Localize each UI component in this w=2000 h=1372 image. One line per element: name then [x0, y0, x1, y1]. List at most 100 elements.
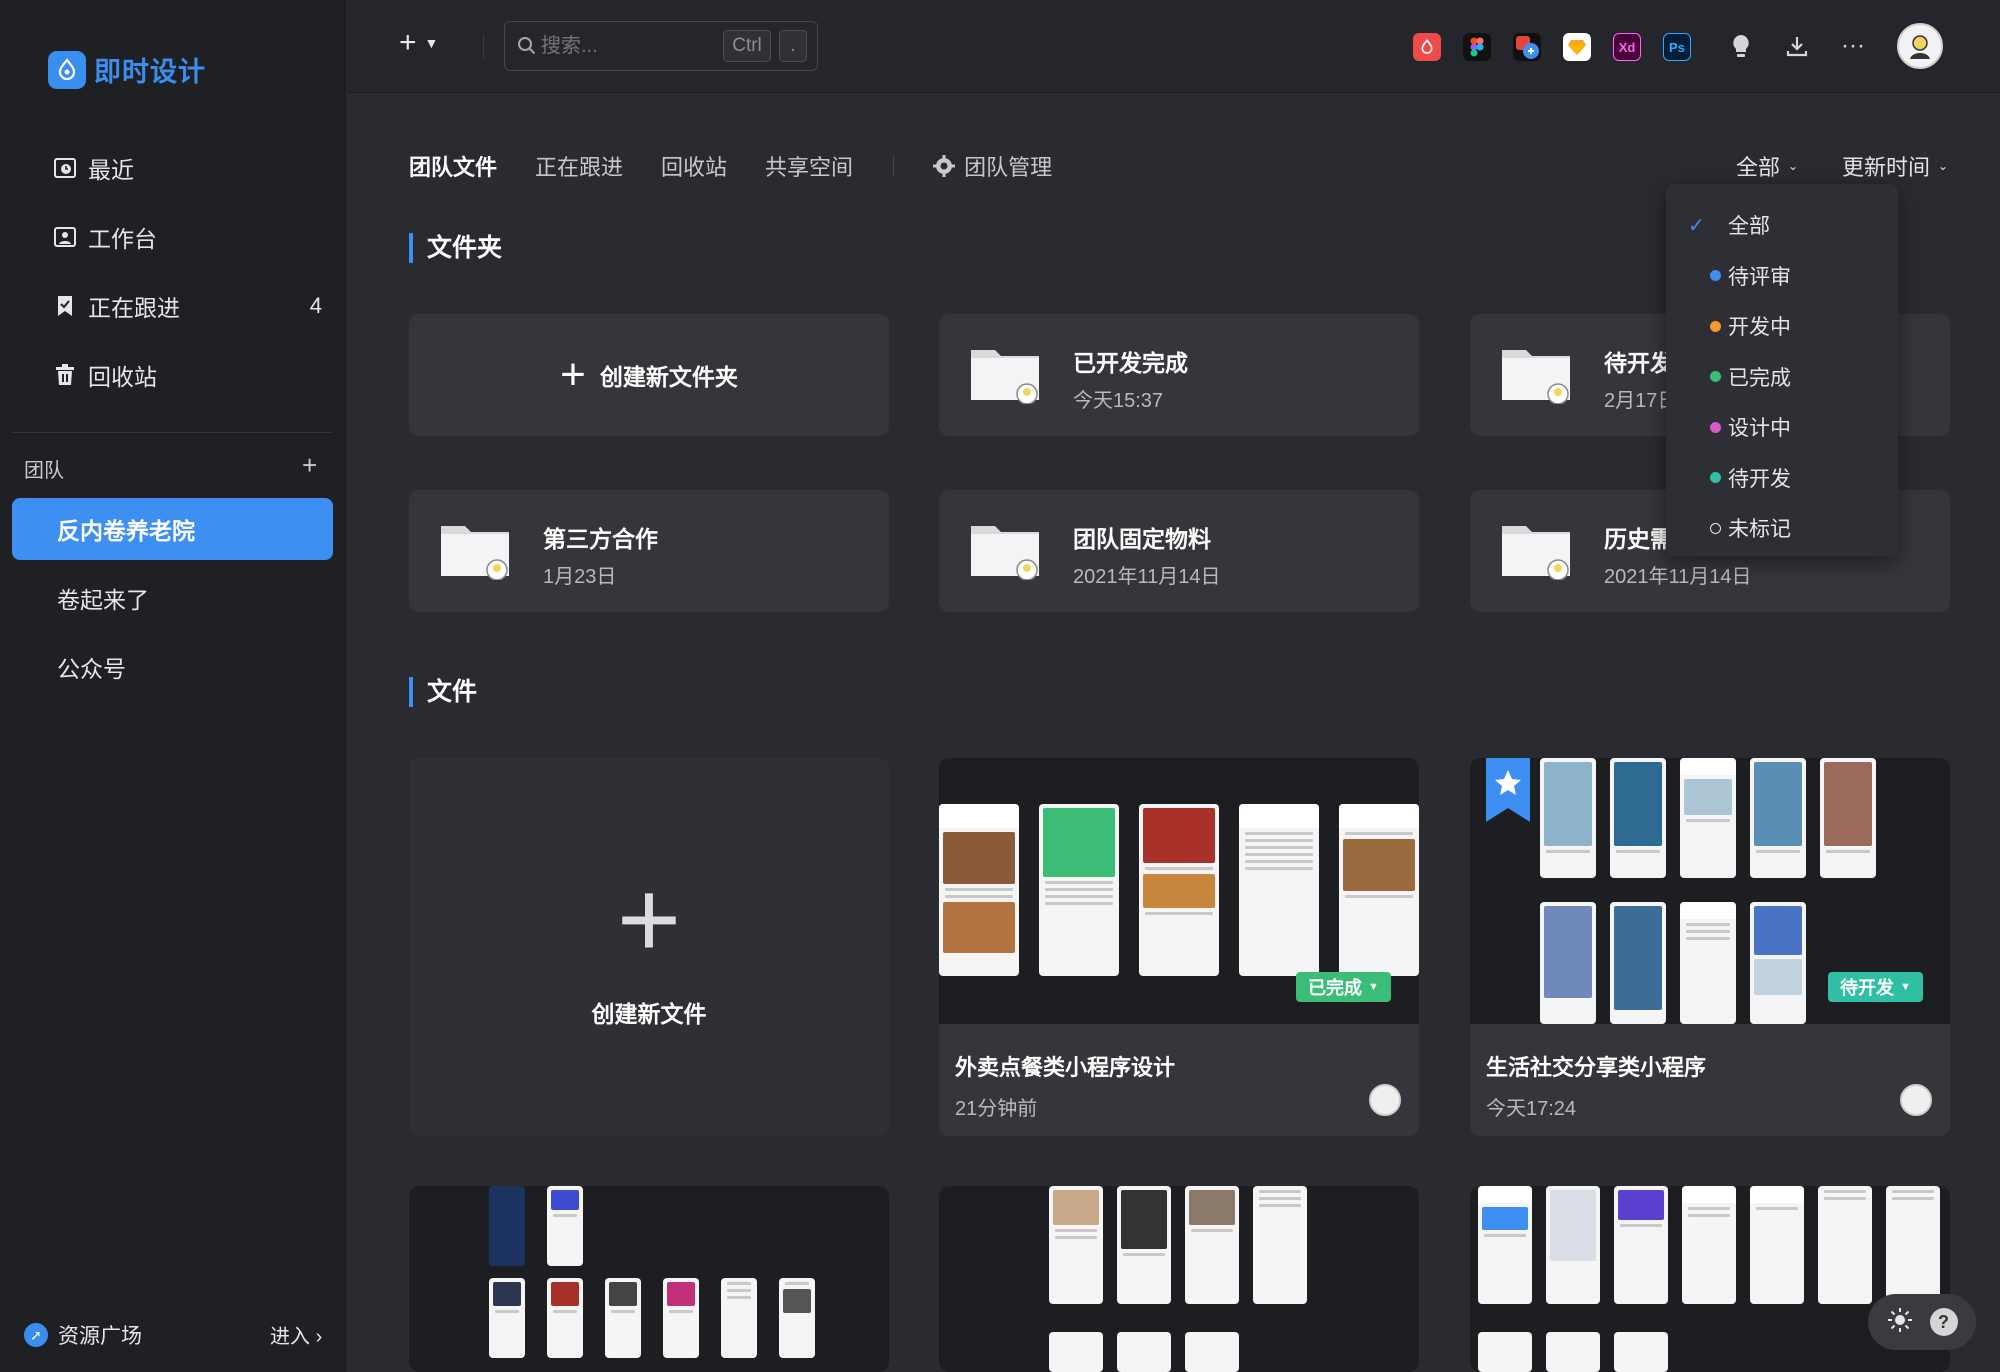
- divider: [893, 155, 895, 177]
- status-dot: [1710, 270, 1721, 282]
- folder-card[interactable]: 团队固定物料 2021年11月14日: [939, 490, 1419, 612]
- tab-team-files[interactable]: 团队文件: [409, 150, 497, 182]
- enter-link[interactable]: 进入 ›: [270, 1320, 322, 1349]
- menu-item-to-develop[interactable]: 待开发: [1666, 453, 1898, 504]
- file-card[interactable]: 已完成 ▼ 外卖点餐类小程序设计 21分钟前: [939, 758, 1419, 1136]
- chevron-down-icon: ▼: [424, 35, 439, 51]
- resource-plaza-link[interactable]: ➚ 资源广场: [24, 1320, 142, 1350]
- thumbnail-screen: [1682, 1186, 1736, 1304]
- folder-icon: [441, 526, 509, 580]
- sidebar-item-recent[interactable]: 最近: [52, 148, 322, 188]
- thumbnail-screen: [1750, 1186, 1804, 1304]
- thumbnail-screen: [939, 804, 1019, 976]
- bookmark-star-icon: [1486, 758, 1530, 822]
- thumbnail-screen: [1540, 758, 1596, 878]
- thumbnail-screen: [1540, 902, 1596, 1024]
- app-logo[interactable]: 即时设计: [48, 50, 206, 89]
- xd-icon[interactable]: Xd: [1613, 33, 1641, 61]
- chevron-right-icon: ›: [315, 1326, 323, 1348]
- menu-item-label: 待评审: [1728, 265, 1791, 289]
- file-thumbnail: [939, 1186, 1419, 1372]
- photoshop-icon[interactable]: Ps: [1663, 33, 1691, 61]
- chevron-down-icon: ⌄: [1788, 159, 1799, 173]
- sidebar-team-item[interactable]: 公众号: [12, 636, 333, 698]
- divider: [483, 35, 484, 59]
- status-filter-menu: ✓ 全部 待评审 开发中 已完成 设计中 待开发 未标记: [1666, 184, 1898, 556]
- chevron-down-icon: ▼: [1368, 981, 1379, 993]
- sidebar-item-following[interactable]: 正在跟进 4: [52, 286, 322, 326]
- status-dot: [1710, 421, 1721, 433]
- sidebar-team-item[interactable]: 卷起来了: [12, 567, 333, 629]
- folder-card[interactable]: 第三方合作 1月23日: [409, 490, 889, 612]
- checkmark-icon: ✓: [1688, 214, 1705, 237]
- sidebar-item-workspace[interactable]: 工作台: [52, 217, 322, 257]
- status-dot: [1710, 320, 1721, 332]
- thumbnail-screen: [547, 1278, 583, 1358]
- file-thumbnail: [409, 1186, 889, 1372]
- user-avatar[interactable]: [1897, 23, 1943, 69]
- compass-icon: ➚: [24, 1323, 48, 1347]
- menu-item-unmarked[interactable]: 未标记: [1666, 503, 1898, 554]
- thumbnail-screen: [1818, 1186, 1872, 1304]
- sidebar-item-label: 工作台: [88, 226, 157, 252]
- thumbnail-screen: [1680, 902, 1736, 1024]
- help-icon[interactable]: ?: [1929, 1308, 1958, 1336]
- sidebar: 即时设计 最近 工作台 正在跟进 4 回收站 团队 + 反内卷养老院 卷起来了 …: [0, 0, 346, 1372]
- figma-icon[interactable]: [1463, 33, 1491, 61]
- menu-item-developing[interactable]: 开发中: [1666, 301, 1898, 352]
- file-title: 外卖点餐类小程序设计: [955, 1055, 1176, 1080]
- sketch-icon[interactable]: [1563, 33, 1591, 61]
- tab-shared-space[interactable]: 共享空间: [765, 150, 853, 182]
- menu-item-designing[interactable]: 设计中: [1666, 402, 1898, 453]
- create-new-button[interactable]: + ▼: [399, 26, 438, 60]
- thumbnail-screen: [1039, 804, 1119, 976]
- folder-icon: [1502, 350, 1570, 404]
- create-folder-button[interactable]: + 创建新文件夹: [409, 314, 889, 436]
- sort-dropdown[interactable]: 更新时间 ⌄: [1842, 150, 1948, 182]
- folder-icon: [971, 350, 1039, 404]
- team-manage-button[interactable]: 团队管理: [932, 150, 1052, 182]
- thumbnail-screen: [1820, 758, 1876, 878]
- create-folder-label: 创建新文件夹: [599, 364, 738, 390]
- file-card[interactable]: [409, 1186, 889, 1372]
- status-badge[interactable]: 已完成 ▼: [1296, 972, 1391, 1002]
- thumbnail-screen: [1750, 902, 1806, 1024]
- thumbnail-screen: [1185, 1332, 1239, 1372]
- fire-app-icon[interactable]: [1413, 33, 1441, 61]
- thumbnail-screen: [489, 1186, 525, 1266]
- multi-link-icon[interactable]: [1513, 33, 1541, 61]
- shortcut-key-ctrl: Ctrl: [723, 30, 771, 62]
- tab-trash[interactable]: 回收站: [661, 150, 727, 182]
- thumbnail-screen: [1117, 1332, 1171, 1372]
- add-team-button[interactable]: +: [302, 450, 317, 481]
- thumbnail-screen: [1049, 1332, 1103, 1372]
- create-file-button[interactable]: + 创建新文件: [409, 758, 889, 1136]
- search-box[interactable]: Ctrl .: [504, 21, 818, 71]
- thumbnail-screen: [605, 1278, 641, 1358]
- folder-card[interactable]: 已开发完成 今天15:37: [939, 314, 1419, 436]
- menu-item-done[interactable]: 已完成: [1666, 352, 1898, 403]
- more-icon[interactable]: ···: [1837, 30, 1869, 62]
- tab-following[interactable]: 正在跟进: [535, 150, 623, 182]
- sidebar-item-trash[interactable]: 回收站: [52, 355, 322, 395]
- status-badge[interactable]: 待开发 ▼: [1828, 972, 1923, 1002]
- theme-toggle-icon[interactable]: [1887, 1307, 1913, 1338]
- thumbnail-screen: [1614, 1332, 1668, 1372]
- menu-item-label: 全部: [1728, 215, 1770, 239]
- menu-item-label: 待开发: [1728, 467, 1791, 491]
- sidebar-team-item[interactable]: 反内卷养老院: [12, 498, 333, 560]
- file-time: 21分钟前: [955, 1098, 1038, 1120]
- download-icon[interactable]: [1781, 30, 1813, 62]
- thumbnail-screen: [721, 1278, 757, 1358]
- search-input[interactable]: [541, 34, 711, 58]
- file-card[interactable]: [939, 1186, 1419, 1372]
- file-card[interactable]: 待开发 ▼ 生活社交分享类小程序 今天17:24: [1470, 758, 1950, 1136]
- files-section-title: 文件: [409, 677, 477, 707]
- menu-item-all[interactable]: ✓ 全部: [1666, 200, 1898, 251]
- app-name: 即时设计: [94, 57, 206, 87]
- lightbulb-icon[interactable]: [1725, 30, 1757, 62]
- status-dot: [1710, 522, 1721, 534]
- status-filter-dropdown[interactable]: 全部 ⌄: [1736, 150, 1798, 182]
- thumbnail-screen: [1253, 1186, 1307, 1304]
- menu-item-pending-review[interactable]: 待评审: [1666, 251, 1898, 302]
